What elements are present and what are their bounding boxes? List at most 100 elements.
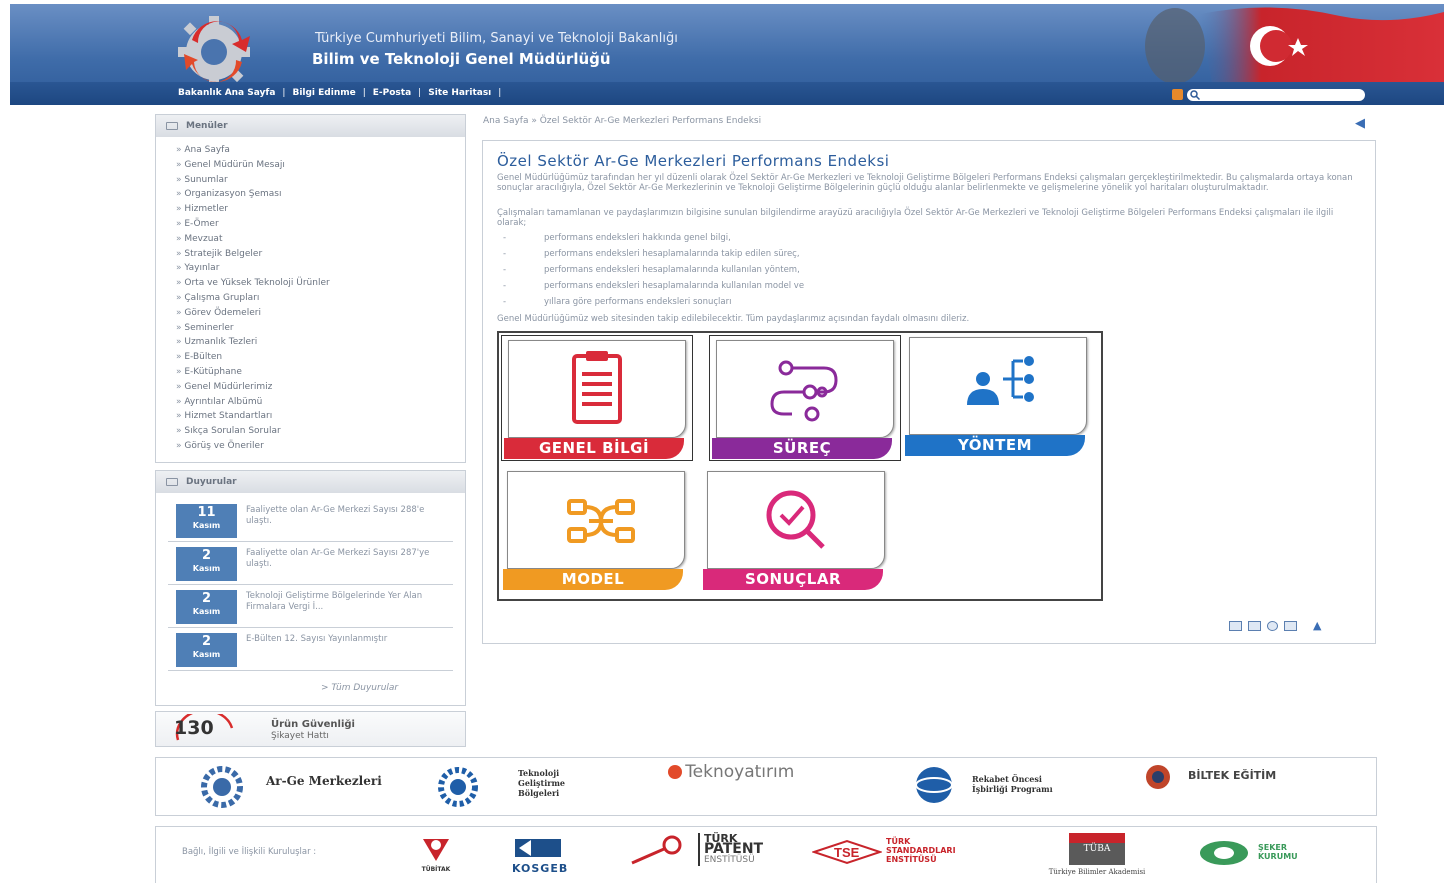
list-item: yıllara göre performans endeksleri sonuç…	[497, 297, 804, 313]
index-navigation-grid: GENEL BİLGİ SÜREÇ YÖNTEM MODEL SONUÇLAR	[497, 331, 1103, 601]
tile-general-info[interactable]: GENEL BİLGİ	[501, 335, 693, 461]
tile-model[interactable]: MODEL	[501, 467, 693, 593]
ministry-title: Türkiye Cumhuriyeti Bilim, Sanayi ve Tek…	[315, 31, 678, 46]
announcement-item[interactable]: 11 Kasım Faaliyette olan Ar-Ge Merkezi Sa…	[168, 499, 453, 542]
tubitak-emblem-icon	[423, 839, 449, 861]
search-icon[interactable]	[1190, 89, 1200, 100]
nav-site-map[interactable]: Site Haritası	[428, 88, 491, 98]
tile-results[interactable]: SONUÇLAR	[701, 467, 893, 593]
menu-item-working-groups[interactable]: Çalışma Grupları	[176, 293, 465, 308]
menu-item-presentations[interactable]: Sunumlar	[176, 175, 465, 190]
menu-item-payments[interactable]: Görev Ödemeleri	[176, 308, 465, 323]
nav-information-request[interactable]: Bilgi Edinme	[292, 88, 355, 98]
search-area	[1172, 88, 1365, 101]
announcement-text[interactable]: E-Bülten 12. Sayısı Yayınlanmıştır	[246, 634, 441, 645]
list-item: performans endeksleri hesaplamalarında k…	[497, 265, 804, 281]
product-safety-hotline-banner[interactable]: 130 Ürün Güvenliği Şikayet Hattı	[155, 711, 466, 747]
menu-item-tech-products[interactable]: Orta ve Yüksek Teknoloji Ürünler	[176, 278, 465, 293]
model-icon	[567, 499, 635, 543]
menu-item-e-bulletin[interactable]: E-Bülten	[176, 352, 465, 367]
hotline-number: 130	[174, 717, 214, 739]
pdf-icon[interactable]	[1248, 620, 1261, 631]
kosgeb-logo[interactable]: KOSGEB	[512, 837, 567, 875]
menu-list: Ana Sayfa Genel Müdürün Mesajı Sunumlar …	[156, 137, 465, 456]
hotline-title: Ürün Güvenliği	[271, 719, 355, 730]
tuba-emblem-icon: TÜBA	[1069, 833, 1125, 865]
svg-text:TSE: TSE	[834, 845, 860, 860]
tuba-logo[interactable]: TÜBA Türkiye Bilimler Akademisi	[1014, 833, 1180, 876]
seker-leaf-icon	[1200, 841, 1248, 865]
list-item: performans endeksleri hesaplamalarında k…	[497, 281, 804, 297]
menu-item-legislation[interactable]: Mevzuat	[176, 234, 465, 249]
save-icon[interactable]	[1229, 620, 1242, 631]
announcement-date: 2 Kasım	[176, 547, 237, 581]
teknoyatirim-logo[interactable]: Teknoyatırım	[668, 762, 794, 782]
tile-method[interactable]: YÖNTEM	[903, 333, 1095, 459]
menu-item-theses[interactable]: Uzmanlık Tezleri	[176, 337, 465, 352]
list-item: performans endeksleri hakkında genel bil…	[497, 233, 804, 249]
announcement-text[interactable]: Faaliyette olan Ar-Ge Merkezi Sayısı 287…	[246, 548, 441, 570]
tile-method-label: YÖNTEM	[905, 435, 1085, 456]
announcement-text[interactable]: Teknoloji Geliştirme Bölgelerinde Yer Al…	[246, 591, 441, 613]
menu-item-album[interactable]: Ayrıntılar Albümü	[176, 397, 465, 412]
menu-item-e-omer[interactable]: E-Ömer	[176, 219, 465, 234]
menu-item-services[interactable]: Hizmetler	[176, 204, 465, 219]
menu-item-feedback[interactable]: Görüş ve Öneriler	[176, 441, 465, 456]
tile-process[interactable]: SÜREÇ	[709, 335, 901, 461]
tgb-gear-icon	[438, 767, 478, 807]
affiliated-institutions-bar: Bağlı, İlgili ve İlişkili Kuruluşlar : T…	[155, 826, 1377, 883]
top-nav-links: Bakanlık Ana Sayfa | Bilgi Edinme | E-Post…	[178, 88, 502, 98]
search-input[interactable]	[1205, 88, 1355, 101]
menu-item-home[interactable]: Ana Sayfa	[176, 145, 465, 160]
menu-item-service-standards[interactable]: Hizmet Standartları	[176, 411, 465, 426]
tse-logo[interactable]: TSE TÜRK STANDARDLARI ENSTİTÜSÜ	[810, 837, 956, 868]
back-arrow-icon[interactable]: ◀	[1355, 116, 1365, 131]
kosgeb-mark-icon	[515, 839, 561, 857]
menu-item-publications[interactable]: Yayınlar	[176, 263, 465, 278]
announcement-item[interactable]: 2 Kasım Faaliyette olan Ar-Ge Merkezi Say…	[168, 542, 453, 585]
clipboard-icon	[572, 351, 622, 424]
page-title: Özel Sektör Ar-Ge Merkezleri Performans …	[497, 152, 890, 170]
all-announcements-link[interactable]: > Tüm Duyurular	[321, 683, 398, 693]
menu-item-org-chart[interactable]: Organizasyon Şeması	[176, 189, 465, 204]
tile-general-info-label: GENEL BİLGİ	[504, 438, 684, 459]
announcement-item[interactable]: 2 Kasım E-Bülten 12. Sayısı Yayınlanmıştı…	[168, 628, 453, 671]
tile-results-label: SONUÇLAR	[703, 569, 883, 590]
turkish-patent-logo[interactable]: TÜRK PATENT ENSTİTÜSÜ	[628, 833, 763, 872]
scroll-up-icon[interactable]: ▲	[1313, 619, 1321, 632]
announcements-panel: Duyurular 11 Kasım Faaliyette olan Ar-Ge …	[155, 470, 466, 706]
menu-item-seminars[interactable]: Seminerler	[176, 323, 465, 338]
directorate-title: Bilim ve Teknoloji Genel Müdürlüğü	[312, 50, 611, 68]
announcement-date: 11 Kasım	[176, 504, 237, 538]
tech-dev-zones-logo[interactable]: Teknoloji Geliştirme Bölgeleri	[434, 766, 565, 811]
arge-centers-logo[interactable]: Ar-Ge Merkezleri	[196, 764, 382, 813]
tubitak-logo[interactable]: TÜBİTAK	[414, 835, 458, 873]
email-icon[interactable]	[1284, 620, 1297, 631]
process-icon	[770, 360, 838, 422]
rss-icon[interactable]	[1172, 89, 1183, 100]
tile-model-label: MODEL	[503, 569, 683, 590]
announcement-date: 2 Kasım	[176, 633, 237, 667]
menu-item-faq[interactable]: Sıkça Sorulan Sorular	[176, 426, 465, 441]
tile-process-label: SÜREÇ	[712, 438, 892, 459]
program-logos-bar: Ar-Ge Merkezleri Teknoloji Geliştirme Bölg…	[155, 757, 1377, 816]
breadcrumb[interactable]: Ana Sayfa » Özel Sektör Ar-Ge Merkezleri…	[483, 116, 761, 126]
topics-list: performans endeksleri hakkında genel bil…	[497, 233, 804, 313]
announcement-item[interactable]: 2 Kasım Teknoloji Geliştirme Bölgelerinde…	[168, 585, 453, 628]
print-icon[interactable]	[1267, 620, 1278, 631]
sugar-authority-logo[interactable]: ŞEKER KURUMU	[1198, 839, 1298, 870]
results-icon	[766, 490, 825, 549]
nav-ministry-home[interactable]: Bakanlık Ana Sayfa	[178, 88, 275, 98]
nav-email[interactable]: E-Posta	[373, 88, 411, 98]
biltek-emblem-icon	[1146, 765, 1170, 789]
menu-item-director-message[interactable]: Genel Müdürün Mesajı	[176, 160, 465, 175]
precompetitive-cooperation-logo[interactable]: Rekabet Öncesi İşbirliği Programı	[904, 764, 1053, 809]
menu-item-strategic-docs[interactable]: Stratejik Belgeler	[176, 249, 465, 264]
ministry-gear-logo-icon[interactable]	[162, 10, 302, 86]
patent-key-icon	[631, 835, 682, 865]
page-tools: ▲	[1229, 619, 1321, 632]
menu-item-e-library[interactable]: E-Kütüphane	[176, 367, 465, 382]
announcement-text[interactable]: Faaliyette olan Ar-Ge Merkezi Sayısı 288…	[246, 505, 441, 527]
menu-item-directors[interactable]: Genel Müdürlerimiz	[176, 382, 465, 397]
biltek-logo[interactable]: BİLTEK EĞİTİM	[1136, 764, 1276, 793]
